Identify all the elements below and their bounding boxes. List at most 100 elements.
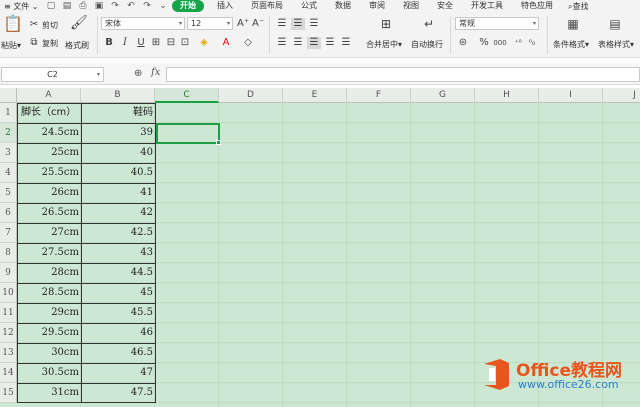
table-cell-shoe-size[interactable]: 43 xyxy=(81,243,155,263)
increase-decimal-icon[interactable]: ⁺⁰ xyxy=(512,37,524,49)
align-right-icon[interactable]: ☰ xyxy=(307,37,321,49)
column-header-j[interactable]: J xyxy=(603,88,640,103)
table-cell-shoe-size[interactable]: 40 xyxy=(81,143,155,163)
cut-button[interactable]: 剪切 xyxy=(42,20,58,31)
table-cell-shoe-size[interactable]: 45.5 xyxy=(81,303,155,323)
name-box[interactable]: C2 ▾ xyxy=(1,67,104,82)
table-cell-foot-length[interactable]: 27cm xyxy=(17,223,81,243)
tab-7[interactable]: 安全 xyxy=(428,0,462,12)
table-cell-shoe-size[interactable]: 47 xyxy=(81,363,155,383)
row-header[interactable]: 4 xyxy=(0,163,17,183)
merge-center-icon[interactable]: ⊞ xyxy=(377,18,395,30)
conditional-format-button[interactable]: 条件格式▾ xyxy=(553,39,589,50)
row-header[interactable]: 14 xyxy=(0,363,17,383)
column-header-h[interactable]: H xyxy=(475,88,539,103)
align-left-icon[interactable]: ☰ xyxy=(275,37,289,49)
font-color-icon[interactable]: A xyxy=(220,37,232,49)
table-cell-foot-length[interactable]: 27.5cm xyxy=(17,243,81,263)
table-cell-foot-length[interactable]: 31cm xyxy=(17,383,81,403)
table-cell-shoe-size[interactable]: 44.5 xyxy=(81,263,155,283)
decrease-font-icon[interactable]: A⁻ xyxy=(252,18,264,30)
save-icon[interactable]: ▤ xyxy=(60,1,74,11)
format-painter-button[interactable]: 格式刷 xyxy=(65,40,89,51)
row-header[interactable]: 2 xyxy=(0,123,17,143)
row-header[interactable]: 3 xyxy=(0,143,17,163)
table-cell-foot-length[interactable]: 30.5cm xyxy=(17,363,81,383)
scissors-icon[interactable]: ✂ xyxy=(28,19,40,31)
fill-color-icon[interactable]: ◈ xyxy=(197,37,211,49)
table-header-foot-length[interactable]: 脚长（cm） xyxy=(17,103,81,123)
tab-3[interactable]: 公式 xyxy=(292,0,326,12)
table-style-button[interactable]: 表格样式▾ xyxy=(598,39,634,50)
print-preview-icon[interactable]: ▣ xyxy=(92,1,106,11)
column-header-e[interactable]: E xyxy=(283,88,347,103)
table-cell-foot-length[interactable]: 29cm xyxy=(17,303,81,323)
select-all-corner[interactable] xyxy=(0,88,17,103)
row-header[interactable]: 6 xyxy=(0,203,17,223)
table-cell-foot-length[interactable]: 28.5cm xyxy=(17,283,81,303)
selected-cell-c2[interactable] xyxy=(156,123,221,145)
undo-icon[interactable]: ↶ xyxy=(124,1,138,11)
tab-8[interactable]: 开发工具 xyxy=(462,0,512,12)
table-cell-shoe-size[interactable]: 42.5 xyxy=(81,223,155,243)
merge-icon[interactable]: ⊡ xyxy=(180,37,190,49)
table-cell-shoe-size[interactable]: 42 xyxy=(81,203,155,223)
table-cell-shoe-size[interactable]: 46 xyxy=(81,323,155,343)
decrease-decimal-icon[interactable]: ⁰₀ xyxy=(526,37,538,49)
open-icon[interactable]: ▢ xyxy=(44,1,58,11)
justify-icon[interactable]: ☰ xyxy=(323,37,337,49)
align-middle-icon[interactable]: ☰ xyxy=(291,18,305,30)
underline-button[interactable]: U xyxy=(136,37,146,49)
row-header[interactable]: 5 xyxy=(0,183,17,203)
clear-format-icon[interactable]: ◇ xyxy=(242,37,254,49)
column-header-f[interactable]: F xyxy=(347,88,411,103)
conditional-format-icon[interactable]: ▦ xyxy=(564,18,582,30)
fill-handle[interactable] xyxy=(216,140,221,145)
column-header-d[interactable]: D xyxy=(219,88,283,103)
row-header[interactable]: 11 xyxy=(0,303,17,323)
increase-font-icon[interactable]: A⁺ xyxy=(237,18,249,30)
table-cell-foot-length[interactable]: 26.5cm xyxy=(17,203,81,223)
table-cell-shoe-size[interactable]: 47.5 xyxy=(81,383,155,403)
table-cell-foot-length[interactable]: 30cm xyxy=(17,343,81,363)
paste-button[interactable]: 粘贴▾ xyxy=(1,40,21,51)
table-cell-foot-length[interactable]: 28cm xyxy=(17,263,81,283)
row-header[interactable]: 9 xyxy=(0,263,17,283)
align-bottom-icon[interactable]: ☰ xyxy=(307,18,321,30)
thousands-button[interactable]: 000 xyxy=(492,37,508,49)
row-header[interactable]: 12 xyxy=(0,323,17,343)
row-header[interactable]: 7 xyxy=(0,223,17,243)
row-header[interactable]: 1 xyxy=(0,103,17,123)
row-header[interactable]: 10 xyxy=(0,283,17,303)
column-header-i[interactable]: I xyxy=(539,88,603,103)
border-icon[interactable]: ⊞ xyxy=(151,37,161,49)
table-cell-shoe-size[interactable]: 46.5 xyxy=(81,343,155,363)
merge-center-button[interactable]: 合并居中▾ xyxy=(366,39,402,50)
formula-input[interactable] xyxy=(166,67,640,82)
copy-button[interactable]: 复制 xyxy=(42,38,58,49)
column-header-g[interactable]: G xyxy=(411,88,475,103)
align-center-icon[interactable]: ☰ xyxy=(291,37,305,49)
align-top-icon[interactable]: ☰ xyxy=(275,18,289,30)
distributed-icon[interactable]: ☰ xyxy=(339,37,353,49)
font-name-select[interactable]: 宋体 ▾ xyxy=(101,17,185,30)
tab-9[interactable]: 特色应用 xyxy=(512,0,562,12)
table-cell-foot-length[interactable]: 24.5cm xyxy=(17,123,81,143)
table-cell-shoe-size[interactable]: 40.5 xyxy=(81,163,155,183)
percent-button[interactable]: % xyxy=(478,37,490,49)
column-header-a[interactable]: A xyxy=(17,88,81,103)
insert-function-button[interactable]: fx xyxy=(151,67,160,78)
column-header-c[interactable]: C xyxy=(155,88,219,103)
column-header-b[interactable]: B xyxy=(81,88,155,103)
table-cell-shoe-size[interactable]: 39 xyxy=(81,123,155,143)
italic-button[interactable]: I xyxy=(120,37,130,49)
tab-4[interactable]: 数据 xyxy=(326,0,360,12)
paste-icon[interactable]: 📋 xyxy=(3,16,23,32)
search-button[interactable]: ⌕查找 xyxy=(568,1,588,12)
table-header-shoe-size[interactable]: 鞋码 xyxy=(81,103,155,123)
row-header[interactable]: 8 xyxy=(0,243,17,263)
tab-1[interactable]: 插入 xyxy=(208,0,242,12)
zoom-icon[interactable]: ⊕ xyxy=(134,68,142,79)
table-cell-foot-length[interactable]: 29.5cm xyxy=(17,323,81,343)
row-header[interactable]: 13 xyxy=(0,343,17,363)
